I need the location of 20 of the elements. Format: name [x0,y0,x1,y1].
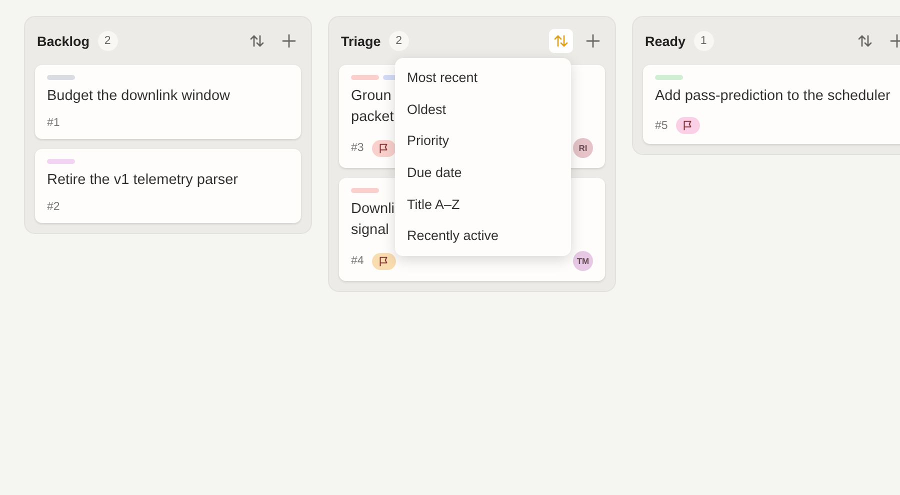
card-title: Downli [351,200,395,219]
column-title: Ready [645,34,686,48]
card-title: Add pass-prediction to the scheduler [655,87,890,106]
count-badge: 2 [98,31,118,51]
card-number: #2 [47,201,60,213]
card-number: #3 [351,142,364,154]
card-title: Retire the v1 telemetry parser [47,171,238,190]
card-title: Budget the downlink window [47,87,230,106]
assignee-avatar: RI [573,138,593,158]
count-badge: 2 [388,31,409,51]
assignee-avatar: TM [573,251,593,271]
card-number: #5 [655,120,668,132]
card-number: #4 [351,255,364,267]
column-title: Backlog [37,34,90,48]
card-title: packet [351,108,394,127]
column-title: Triage [341,34,381,48]
card-title: signal [351,221,389,240]
count-badge: 1 [694,31,714,51]
card-title: Groun [351,87,392,106]
card-number: #1 [47,117,60,129]
